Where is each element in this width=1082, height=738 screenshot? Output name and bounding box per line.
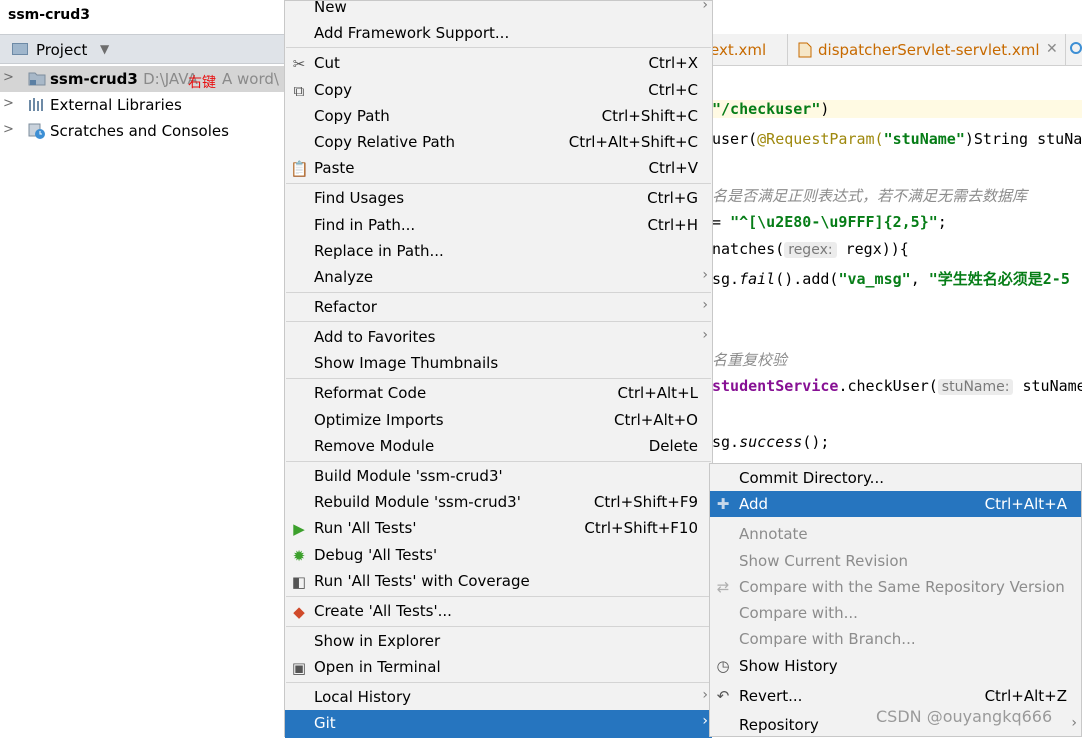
menu-item-create-all-tests[interactable]: ◆ Create 'All Tests'... xyxy=(285,598,712,624)
code-line: natches(regex: regx)){ xyxy=(712,240,909,258)
code-line: studentService.checkUser(stuName: stuNam… xyxy=(712,377,1082,395)
code-line: user(@RequestParam("stuName")String stuN… xyxy=(712,130,1082,148)
project-view-icon xyxy=(12,43,28,55)
tab-dispatcher-servlet[interactable]: dispatcherServlet-servlet.xml ✕ xyxy=(788,34,1066,65)
context-menu: New › Add Framework Support... ✂ Cut Ctrl+X… xyxy=(284,0,713,738)
git-item-commit-directory[interactable]: Commit Directory... xyxy=(710,465,1081,491)
menu-item-git[interactable]: Git › xyxy=(285,710,712,738)
chevron-right-icon: › xyxy=(702,327,708,343)
module-folder-icon xyxy=(28,71,46,90)
run-icon: ▶ xyxy=(293,520,305,538)
menu-item-find-in-path[interactable]: Find in Path... Ctrl+H xyxy=(285,212,712,238)
tab-label: ext.xml xyxy=(710,41,767,59)
menu-item-debug-all-tests[interactable]: ✹ Debug 'All Tests' xyxy=(285,542,712,568)
menu-item-cut[interactable]: ✂ Cut Ctrl+X xyxy=(285,50,712,76)
menu-item-paste[interactable]: 📋 Paste Ctrl+V xyxy=(285,155,712,181)
tree-item-label: External Libraries xyxy=(50,96,182,114)
git-item-add[interactable]: ✚ Add Ctrl+Alt+A xyxy=(710,491,1081,517)
menu-item-run-with-coverage[interactable]: ◧ Run 'All Tests' with Coverage xyxy=(285,568,712,594)
menu-item-remove-module[interactable]: Remove Module Delete xyxy=(285,433,712,459)
tab-ext-xml[interactable]: ext.xml xyxy=(710,34,788,65)
menu-item-new[interactable]: New › xyxy=(285,0,712,20)
code-line: = "^[\u2E80-\u9FFF]{2,5}"; xyxy=(712,213,947,231)
editor-tab-bar: ext.xml dispatcherServlet-servlet.xml ✕ xyxy=(710,34,1082,66)
project-view-header[interactable]: Project ▼ xyxy=(0,34,290,64)
code-line: sg.fail().add("va_msg", "学生姓名必须是2-5 xyxy=(712,270,1070,288)
terminal-icon: ▣ xyxy=(291,659,307,677)
menu-item-local-history[interactable]: Local History › xyxy=(285,684,712,710)
code-line: "/checkuser") xyxy=(712,100,1082,118)
menu-item-find-usages[interactable]: Find Usages Ctrl+G xyxy=(285,185,712,211)
menu-item-show-image-thumbnails[interactable]: Show Image Thumbnails xyxy=(285,350,712,376)
menu-item-build-module[interactable]: Build Module 'ssm-crud3' xyxy=(285,463,712,489)
tree-item-external-libraries[interactable]: > External Libraries xyxy=(0,92,290,118)
chevron-right-icon: › xyxy=(702,0,708,13)
menu-item-optimize-imports[interactable]: Optimize Imports Ctrl+Alt+O xyxy=(285,407,712,433)
chevron-down-icon[interactable]: ▼ xyxy=(100,42,109,56)
tab-partial[interactable] xyxy=(1066,34,1082,65)
git-item-compare-with-branch[interactable]: Compare with Branch... xyxy=(710,626,1081,652)
copy-icon: ⧉ xyxy=(293,82,305,100)
clock-icon: ◷ xyxy=(716,657,730,675)
scratches-icon xyxy=(28,123,46,143)
chevron-right-icon: › xyxy=(1071,715,1077,731)
module-name: ssm-crud3 xyxy=(50,70,138,88)
project-view-label[interactable]: Project xyxy=(36,41,87,59)
menu-item-copy-path[interactable]: Copy Path Ctrl+Shift+C xyxy=(285,103,712,129)
scissors-icon: ✂ xyxy=(292,55,306,73)
menu-item-run-all-tests[interactable]: ▶ Run 'All Tests' Ctrl+Shift+F10 xyxy=(285,515,712,541)
git-item-show-history[interactable]: ◷ Show History xyxy=(710,653,1081,679)
chevron-right-icon: › xyxy=(702,713,708,729)
chevron-right-icon: › xyxy=(702,267,708,283)
git-submenu: Commit Directory... ✚ Add Ctrl+Alt+A Annot… xyxy=(709,463,1082,737)
git-item-compare-with[interactable]: Compare with... xyxy=(710,600,1081,626)
menu-item-replace-in-path[interactable]: Replace in Path... xyxy=(285,238,712,264)
code-comment: 名重复校验 xyxy=(712,351,788,369)
code-comment: 名是否满足正则表达式，若不满足无需去数据库 xyxy=(712,187,1028,205)
tree-item-scratches[interactable]: > Scratches and Consoles xyxy=(0,118,290,144)
tree-item-module[interactable]: > ssm-crud3 D:\JAVA 右键 A word\ xyxy=(0,66,290,92)
git-item-revert[interactable]: ↶ Revert... Ctrl+Alt+Z xyxy=(710,683,1081,709)
chevron-right-icon: › xyxy=(702,687,708,703)
close-icon[interactable]: ✕ xyxy=(1046,41,1058,57)
menu-item-add-framework-support[interactable]: Add Framework Support... xyxy=(285,20,712,46)
menu-item-refactor[interactable]: Refactor › xyxy=(285,294,712,320)
right-click-annotation: 右键 xyxy=(188,75,216,91)
debug-icon: ✹ xyxy=(292,547,306,565)
plus-icon: ✚ xyxy=(716,495,730,513)
menu-item-copy-relative-path[interactable]: Copy Relative Path Ctrl+Alt+Shift+C xyxy=(285,129,712,155)
chevron-right-icon[interactable]: > xyxy=(3,122,14,137)
module-path-tail: A word\ xyxy=(222,70,279,88)
git-item-compare-same-repo[interactable]: ⇄ Compare with the Same Repository Versio… xyxy=(710,574,1081,600)
watermark: CSDN @ouyangkq666 xyxy=(876,707,1053,726)
paste-icon: 📋 xyxy=(290,160,309,178)
parameter-hint: stuName: xyxy=(937,379,1014,395)
menu-item-copy[interactable]: ⧉ Copy Ctrl+C xyxy=(285,77,712,103)
project-title: ssm-crud3 xyxy=(8,7,90,23)
menu-item-reformat-code[interactable]: Reformat Code Ctrl+Alt+L xyxy=(285,380,712,406)
menu-item-open-in-terminal[interactable]: ▣ Open in Terminal xyxy=(285,654,712,680)
git-item-annotate[interactable]: Annotate xyxy=(710,521,1081,547)
xml-file-icon xyxy=(798,42,812,62)
project-title-bar: ssm-crud3 xyxy=(0,0,290,34)
library-icon xyxy=(28,97,46,116)
menu-item-add-to-favorites[interactable]: Add to Favorites › xyxy=(285,324,712,350)
tree-item-label: Scratches and Consoles xyxy=(50,122,229,140)
compare-icon: ⇄ xyxy=(716,578,730,596)
git-item-show-current-revision[interactable]: Show Current Revision xyxy=(710,548,1081,574)
code-line: sg.success(); xyxy=(712,433,830,451)
parameter-hint: regex: xyxy=(784,242,837,258)
menu-item-analyze[interactable]: Analyze › xyxy=(285,264,712,290)
tab-label: dispatcherServlet-servlet.xml xyxy=(818,41,1040,59)
chevron-right-icon[interactable]: > xyxy=(3,70,14,85)
chevron-right-icon: › xyxy=(702,297,708,313)
chevron-right-icon[interactable]: > xyxy=(3,96,14,111)
menu-item-rebuild-module[interactable]: Rebuild Module 'ssm-crud3' Ctrl+Shift+F9 xyxy=(285,489,712,515)
class-file-icon xyxy=(1070,42,1082,54)
revert-icon: ↶ xyxy=(716,687,730,705)
create-test-icon: ◆ xyxy=(293,603,305,621)
coverage-icon: ◧ xyxy=(291,573,307,591)
menu-item-show-in-explorer[interactable]: Show in Explorer xyxy=(285,628,712,654)
